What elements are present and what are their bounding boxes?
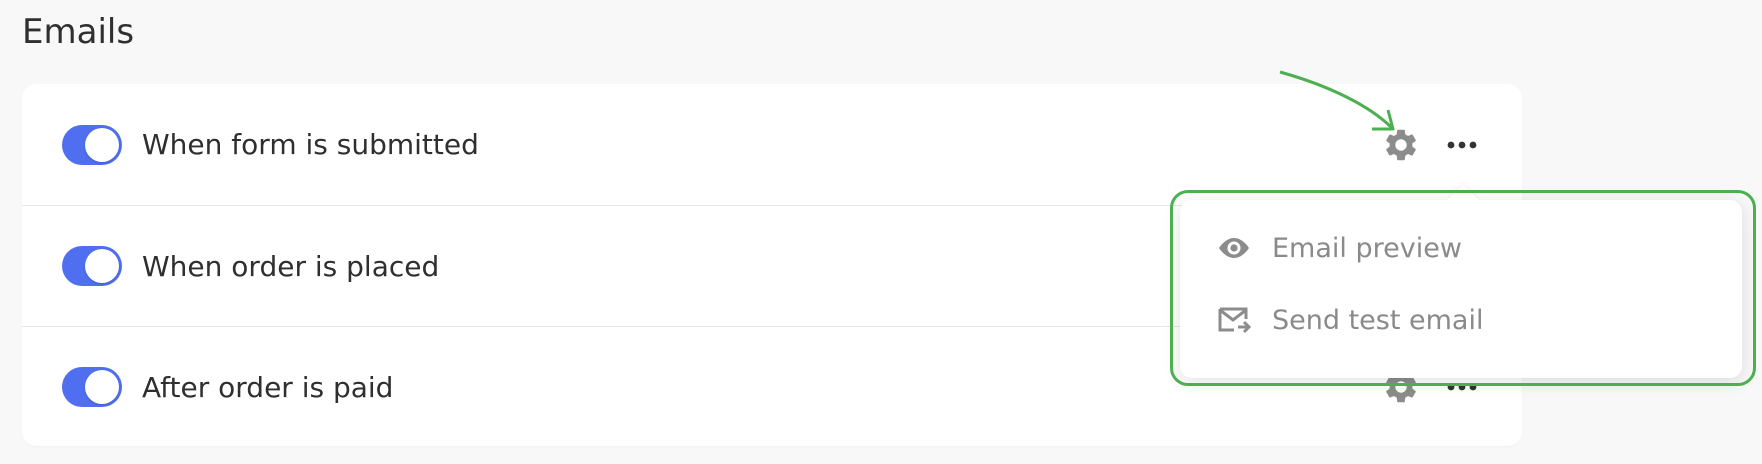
more-options-icon[interactable] <box>1442 126 1482 164</box>
toggle-knob <box>85 249 119 283</box>
gear-icon[interactable] <box>1382 126 1420 164</box>
email-row-form-submitted: When form is submitted <box>22 84 1522 205</box>
row-label-order-placed: When order is placed <box>142 249 440 283</box>
row-label-order-paid: After order is paid <box>142 370 394 404</box>
toggle-order-placed[interactable] <box>62 246 122 286</box>
envelope-send-icon <box>1216 305 1252 335</box>
menu-label: Send test email <box>1272 304 1484 336</box>
eye-icon <box>1216 233 1252 263</box>
menu-label: Email preview <box>1272 232 1462 264</box>
menu-item-send-test-email[interactable]: Send test email <box>1216 300 1483 340</box>
row-label-form-submitted: When form is submitted <box>142 128 479 161</box>
options-dropdown-menu: Email preview Send test email <box>1180 200 1742 378</box>
toggle-form-submitted[interactable] <box>62 124 122 165</box>
toggle-order-paid[interactable] <box>62 367 122 407</box>
toggle-knob <box>85 127 119 162</box>
toggle-knob <box>85 370 119 404</box>
menu-item-email-preview[interactable]: Email preview <box>1216 228 1462 268</box>
page-title: Emails <box>22 12 135 52</box>
